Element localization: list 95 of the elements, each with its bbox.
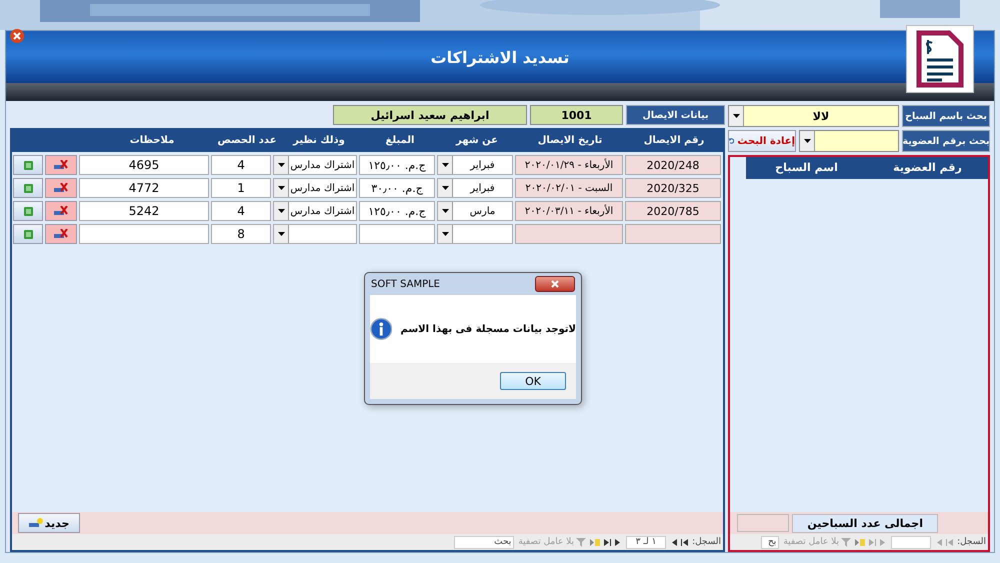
delete-row-button[interactable] (45, 224, 77, 244)
purpose-combo[interactable]: اشتراك مدارس (273, 178, 357, 198)
column-header: المبلغ (384, 134, 416, 148)
new-record-icon[interactable] (590, 538, 600, 546)
delete-row-button[interactable] (45, 201, 77, 221)
amount-cell: ج.م. ١٢٥٫٠٠ (359, 155, 435, 175)
filter-label: بلا عامل تصفية (518, 537, 574, 547)
notes-cell: 4772 (79, 178, 209, 198)
nav-arrow-icon[interactable] (670, 538, 678, 546)
record-field[interactable] (891, 536, 932, 548)
receipt-date-cell: الأربعاء - ٢٠٢٠/٠٣/١١ (515, 201, 623, 221)
filter-label: بلا عامل تصفية (783, 537, 840, 547)
save-icon (24, 184, 32, 192)
purpose-combo[interactable]: اشتراك مدارس (273, 155, 357, 175)
month-combo[interactable]: مارس (437, 201, 513, 221)
delete-row-button[interactable] (45, 155, 77, 175)
sessions-cell: 4 (211, 201, 271, 221)
new-record-icon[interactable] (855, 538, 866, 546)
dropdown-arrow-icon (278, 186, 284, 190)
dropdown-arrow-icon (804, 139, 810, 143)
notes-cell: 5242 (79, 201, 209, 221)
dropdown-arrow-icon (732, 114, 740, 118)
total-swimmers-label: اجمالى عدد السباحين (792, 514, 938, 532)
amount-cell: ج.م. ٣٠٫٠٠ (359, 178, 435, 198)
column-header: اسم السباح (774, 160, 839, 176)
save-row-button[interactable] (13, 178, 43, 198)
search-field[interactable]: بح (761, 536, 780, 548)
amount-cell: ج.م. ١٢٥٫٠٠ (359, 201, 435, 221)
month-combo[interactable]: فبراير (437, 178, 513, 198)
save-icon (24, 206, 32, 216)
receipt-date-cell: السبت - ٢٠٢٠/٠٢/٠١ (515, 178, 623, 198)
nav-arrow-icon[interactable] (604, 538, 612, 546)
new-record-icon (28, 518, 43, 528)
delete-icon (54, 160, 68, 170)
column-header: وذلك نظير (292, 134, 346, 148)
column-header: رقم العضوية (892, 160, 963, 176)
column-header: تاريخ الايصال (536, 134, 604, 148)
save-icon (24, 160, 32, 170)
nav-arrow-icon[interactable] (681, 538, 688, 546)
filter-icon (576, 538, 586, 546)
dropdown-arrow-icon (442, 186, 448, 190)
invoice-icon (915, 30, 965, 88)
dialog-title: SOFT SAMPLE (371, 278, 440, 290)
record-label: السجل: (692, 537, 721, 547)
dropdown-arrow-icon (278, 209, 284, 213)
undo-icon (729, 136, 734, 146)
dropdown-arrow-icon (278, 232, 284, 236)
receipt-date-cell: الأربعاء - ٢٠٢٠/٠١/٢٩ (515, 155, 623, 175)
search-field[interactable]: بحث (454, 536, 514, 548)
search-member-label: بحث برقم العضوية (902, 130, 990, 152)
save-row-button[interactable] (13, 224, 43, 244)
reset-search-button[interactable]: إعادة البحث (728, 130, 796, 152)
receipt-number-cell: 2020/325 (625, 178, 721, 198)
column-header: رقم الايصال (642, 134, 706, 148)
nav-arrow-icon[interactable] (615, 538, 622, 546)
notes-cell: 4695 (79, 155, 209, 175)
record-field[interactable]: ١ لـ ٣ (626, 536, 666, 548)
search-name-label: بحث باسم السباح (902, 105, 990, 127)
purpose-combo[interactable]: اشتراك مدارس (273, 201, 357, 221)
receipt-number-cell: 2020/785 (625, 201, 721, 221)
window-title: تسديد الاشتراكات (430, 48, 570, 66)
dropdown-arrow-icon (442, 209, 448, 213)
sessions-cell: 4 (211, 155, 271, 175)
dropdown-arrow-icon (442, 232, 448, 236)
receipt-label: بيانات الايصال (626, 105, 725, 125)
save-row-button[interactable] (13, 155, 43, 175)
member-number-combo[interactable] (799, 130, 899, 152)
filter-icon (841, 538, 852, 546)
delete-icon (54, 229, 68, 239)
save-row-button[interactable] (13, 201, 43, 221)
save-icon (24, 230, 32, 238)
close-button[interactable] (535, 276, 575, 292)
sessions-cell: 1 (211, 178, 271, 198)
delete-icon (54, 183, 68, 193)
delete-row-button[interactable] (45, 178, 77, 198)
purpose-combo[interactable] (273, 224, 357, 244)
column-header: ملاحظات (128, 134, 176, 148)
record-label: السجل: (957, 537, 986, 547)
column-header: عدد الحصص (217, 134, 277, 148)
sessions-cell: 8 (211, 224, 271, 244)
month-combo[interactable]: فبراير (437, 155, 513, 175)
dialog-message: لاتوجد بيانات مسجلة فى بهذا الاسم (400, 324, 576, 334)
dropdown-arrow-icon (442, 163, 448, 167)
receipt-number-cell: 2020/248 (625, 155, 721, 175)
column-header: عن شهر (454, 134, 499, 148)
ok-button[interactable]: OK (500, 372, 566, 390)
month-combo[interactable] (437, 224, 513, 244)
swimmer-name-combo[interactable]: لالا (728, 105, 899, 127)
delete-icon (54, 206, 68, 216)
close-icon (551, 280, 559, 288)
swimmer-name-field: ابراهيم سعيد اسرائيل (333, 105, 527, 125)
close-icon[interactable] (10, 29, 24, 43)
receipt-number-field: 1001 (530, 105, 623, 125)
new-button[interactable]: جديد (18, 513, 80, 533)
dropdown-arrow-icon (278, 163, 284, 167)
